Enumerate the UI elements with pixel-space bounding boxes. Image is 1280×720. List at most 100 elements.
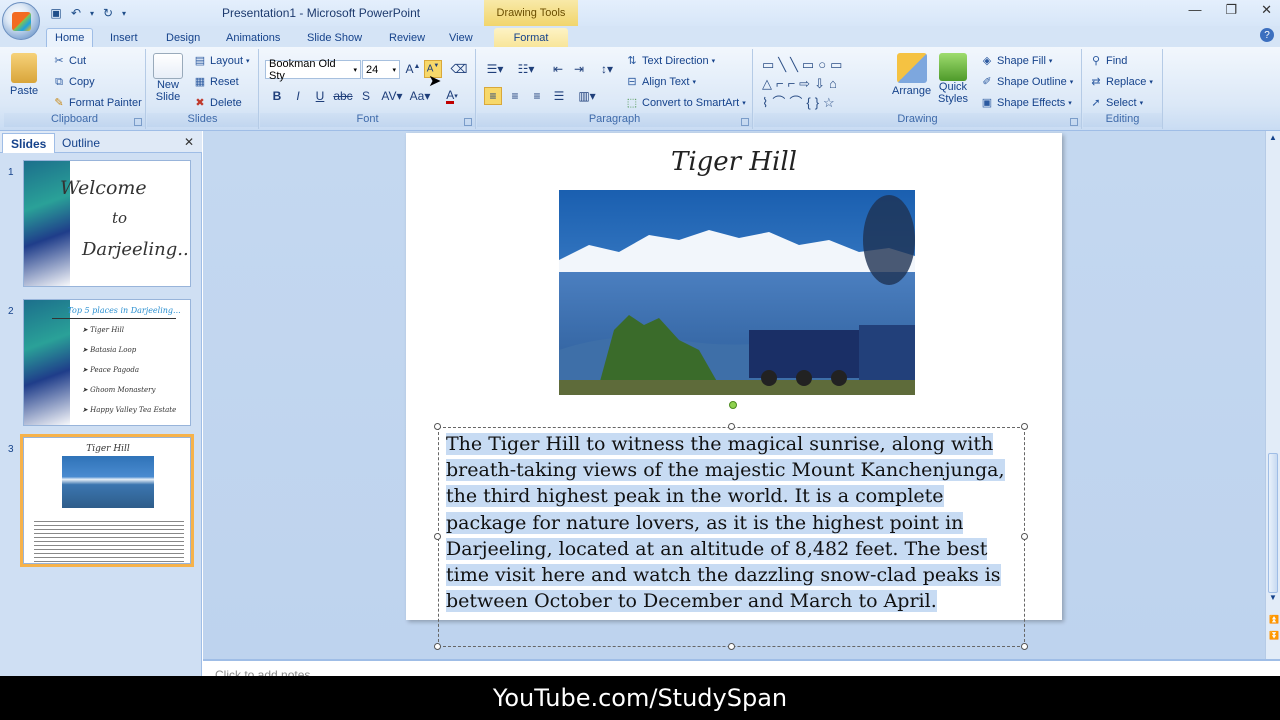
copy-button[interactable]: ⧉ Copy [52,75,95,89]
align-center-button[interactable]: ≡ [506,87,524,105]
resize-handle[interactable] [728,423,735,430]
previous-slide-icon[interactable]: ⏫ [1269,615,1279,624]
paragraph-group: ☰▾ ☷▾ ⇤ ⇥ ↕▾ ≡ ≡ ≡ ☰ ▥▾ ⇅ Text Direction ▾… [477,49,753,129]
text-direction-label: Text Direction [642,55,709,67]
increase-indent-button[interactable]: ⇥ [570,60,588,78]
notes-pane[interactable]: Click to add notes [203,659,1280,682]
shapes-gallery[interactable]: ▭╲╲▭○▭ △⌐⌐⇨⇩⌂ ⌇⌒⌒{}☆ [762,55,882,111]
tab-view[interactable]: View [441,28,481,47]
slide-thumbnail-3[interactable]: Tiger Hill [20,434,194,567]
redo-icon[interactable]: ↻ [100,5,116,21]
strikethrough-button[interactable]: abc [333,87,352,105]
font-group-label: Font [260,113,475,127]
character-spacing-button[interactable]: AV▾ [379,87,405,105]
clipboard-launcher-icon[interactable] [134,118,142,126]
paste-button[interactable]: Clipboard Paste [10,53,38,97]
decrease-indent-button[interactable]: ⇤ [549,60,567,78]
convert-smartart-button[interactable]: ⬚ Convert to SmartArt ▾ [625,96,746,110]
delete-button[interactable]: ✖ Delete [193,96,242,110]
tab-design[interactable]: Design [158,28,208,47]
bold-button[interactable]: B [268,87,286,105]
new-slide-button[interactable]: New Slide [153,53,183,103]
format-painter-button[interactable]: ✎ Format Painter [52,96,141,110]
tab-insert[interactable]: Insert [102,28,146,47]
tab-review[interactable]: Review [381,28,433,47]
resize-handle[interactable] [728,643,735,650]
justify-button[interactable]: ☰ [550,87,568,105]
thumb-bullet: ➤ Ghoom Monastery [82,386,156,394]
tab-home[interactable]: Home [46,28,94,47]
underline-button[interactable]: U [311,87,329,105]
tab-slide-show[interactable]: Slide Show [299,28,370,47]
font-color-button[interactable]: A ▾ [440,87,464,105]
slide-canvas[interactable]: Tiger Hill The Tiger Hill to witness the… [406,133,1062,650]
help-icon[interactable]: ? [1260,28,1274,42]
shape-outline-button[interactable]: ✐ Shape Outline ▾ [980,75,1073,89]
font-launcher-icon[interactable] [464,118,472,126]
tab-format[interactable]: Format [494,28,568,47]
scroll-thumb[interactable] [1268,453,1278,593]
bullets-button[interactable]: ☰▾ [482,60,508,78]
cut-label: Cut [69,55,87,67]
slide-title[interactable]: Tiger Hill [406,147,1062,177]
font-name-combo[interactable]: Bookman Old Sty ▾ [265,58,361,82]
customize-qat-icon[interactable]: ▾ [120,5,128,21]
undo-icon[interactable]: ↶ [68,5,84,21]
scroll-down-icon[interactable]: ▼ [1269,593,1277,602]
align-right-button[interactable]: ≡ [528,87,546,105]
tab-animations[interactable]: Animations [218,28,288,47]
undo-dropdown-icon[interactable]: ▾ [88,5,96,21]
grow-font-button[interactable]: A▲ [404,60,422,78]
office-button[interactable] [2,2,40,40]
vertical-scrollbar[interactable]: ▲ ▼ ⏫ ⏬ [1265,131,1280,659]
line-spacing-button[interactable]: ↕▾ [595,60,619,78]
rotation-handle[interactable] [729,401,737,409]
reset-label: Reset [210,76,239,88]
tiger-hill-photo[interactable] [559,190,915,395]
align-left-button[interactable]: ≡ [484,87,502,105]
select-button[interactable]: ➚ Select ▾ [1089,96,1143,110]
layout-button[interactable]: ▤ Layout ▾ [193,54,250,68]
reset-button[interactable]: ▦ Reset [193,75,239,89]
resize-handle[interactable] [434,423,441,430]
text-shadow-button[interactable]: S [357,87,375,105]
close-icon[interactable]: ✕ [1261,2,1272,18]
thumb-body-lines [34,518,184,562]
shape-effects-button[interactable]: ▣ Shape Effects ▾ [980,96,1072,110]
replace-button[interactable]: ⇄ Replace ▾ [1089,75,1152,89]
drawing-launcher-icon[interactable] [1070,118,1078,126]
cut-button[interactable]: ✂ Cut [52,54,86,68]
save-icon[interactable]: ▣ [48,5,64,21]
next-slide-icon[interactable]: ⏬ [1269,631,1279,640]
tab-slides[interactable]: Slides [2,133,56,153]
slide-thumbnail-1[interactable]: Welcome to Darjeeling... [23,160,191,287]
resize-handle[interactable] [434,533,441,540]
italic-button[interactable]: I [289,87,307,105]
numbering-button[interactable]: ☷▾ [513,60,539,78]
close-pane-icon[interactable]: ✕ [184,135,194,149]
tab-outline[interactable]: Outline [54,133,108,153]
shape-fill-button[interactable]: ◈ Shape Fill ▾ [980,54,1053,68]
slide-editor: Tiger Hill The Tiger Hill to witness the… [203,131,1265,659]
find-button[interactable]: ⚲ Find [1089,54,1127,68]
align-text-button[interactable]: ⊟ Align Text ▾ [625,75,696,89]
quick-access-toolbar: ▣ ↶ ▾ ↻ ▾ [48,4,128,22]
arrange-button[interactable]: Arrange [892,53,931,97]
delete-icon: ✖ [195,97,205,109]
resize-handle[interactable] [434,643,441,650]
paragraph-launcher-icon[interactable] [741,118,749,126]
delete-label: Delete [210,97,242,109]
slide-body-text[interactable]: The Tiger Hill to witness the magical su… [446,431,1024,614]
columns-button[interactable]: ▥▾ [575,87,599,105]
new-slide-label-1: New [156,79,179,91]
minimize-icon[interactable]: — [1188,2,1201,18]
quick-styles-button[interactable]: Quick Styles [938,53,968,105]
resize-handle[interactable] [1021,643,1028,650]
clear-formatting-button[interactable]: ⌫ [450,60,468,78]
resize-handle[interactable] [1021,423,1028,430]
text-direction-button[interactable]: ⇅ Text Direction ▾ [625,54,715,68]
scroll-up-icon[interactable]: ▲ [1269,133,1277,142]
restore-icon[interactable]: ❐ [1225,2,1237,18]
font-size-combo[interactable]: 24 ▾ [362,60,400,79]
slide-thumbnail-2[interactable]: Top 5 places in Darjeeling... ➤ Tiger Hi… [23,299,191,426]
